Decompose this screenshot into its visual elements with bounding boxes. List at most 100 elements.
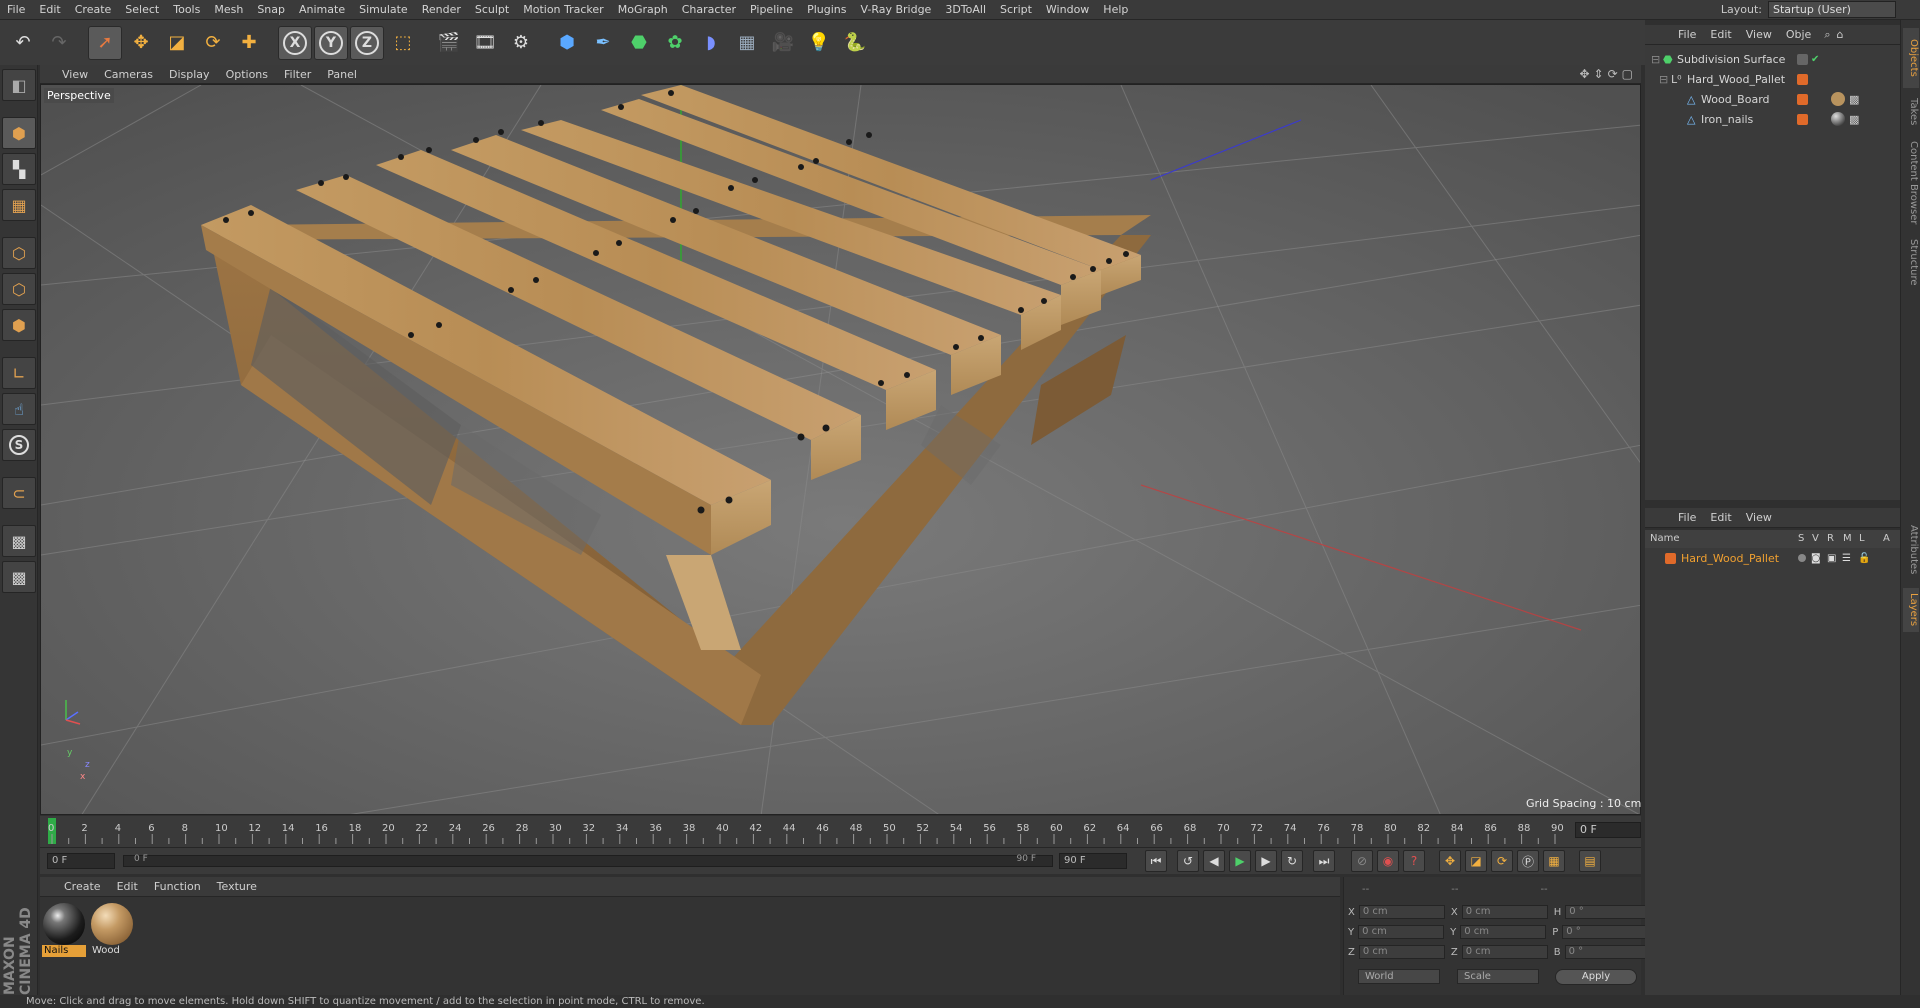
workplane-icon[interactable]: ▦ bbox=[2, 189, 36, 221]
material-menu-texture[interactable]: Texture bbox=[209, 880, 265, 893]
menu-mesh[interactable]: Mesh bbox=[207, 0, 250, 20]
edit-render-settings-icon[interactable]: ⚙ bbox=[504, 26, 538, 60]
layer-menu-edit[interactable]: Edit bbox=[1703, 511, 1738, 524]
layer-manager-toggle[interactable]: ☰ bbox=[1842, 553, 1851, 564]
menu-file[interactable]: File bbox=[0, 0, 32, 20]
apply-button[interactable]: Apply bbox=[1555, 969, 1637, 985]
camera-icon[interactable]: 🎥 bbox=[766, 26, 800, 60]
object-row-iron-nails[interactable]: △ Iron_nails ▩ bbox=[1645, 110, 1900, 128]
recent-tools-icon[interactable]: ✚ bbox=[232, 26, 266, 60]
material-tag-icon[interactable] bbox=[1831, 92, 1845, 106]
key-scale-icon[interactable]: ◪ bbox=[1465, 850, 1487, 872]
start-frame-field[interactable]: 0 F bbox=[47, 853, 115, 869]
uvw-tag-icon[interactable]: ▩ bbox=[1849, 113, 1859, 126]
maximize-icon[interactable]: ▢ bbox=[1622, 67, 1633, 81]
uvw-tag-icon[interactable]: ▩ bbox=[1849, 93, 1859, 106]
menu-sculpt[interactable]: Sculpt bbox=[468, 0, 516, 20]
material-nails[interactable]: Nails bbox=[42, 903, 86, 959]
object-menu-file[interactable]: File bbox=[1671, 28, 1703, 41]
enabled-check-icon[interactable]: ✔ bbox=[1811, 54, 1819, 65]
layer-row-hard-wood-pallet[interactable]: Hard_Wood_Pallet ◙ ▣ ☰ 🔓 bbox=[1645, 549, 1900, 567]
menu-select[interactable]: Select bbox=[118, 0, 166, 20]
coord-position-z[interactable]: 0 cm bbox=[1358, 945, 1445, 959]
object-menu-edit[interactable]: Edit bbox=[1703, 28, 1738, 41]
axis-icon[interactable]: ∟ bbox=[2, 357, 36, 389]
menu-help[interactable]: Help bbox=[1096, 0, 1135, 20]
viewport-perspective[interactable] bbox=[40, 84, 1641, 815]
key-position-icon[interactable]: ✥ bbox=[1439, 850, 1461, 872]
next-frame-icon[interactable]: ▶ bbox=[1255, 850, 1277, 872]
rotate-icon[interactable]: ⟳ bbox=[196, 26, 230, 60]
cube-icon[interactable]: ⬢ bbox=[550, 26, 584, 60]
menu-motion-tracker[interactable]: Motion Tracker bbox=[516, 0, 610, 20]
material-menu-function[interactable]: Function bbox=[146, 880, 209, 893]
menu-tools[interactable]: Tools bbox=[166, 0, 207, 20]
record-keys-icon[interactable]: ⊘ bbox=[1351, 850, 1373, 872]
deformer-icon[interactable]: ◗ bbox=[694, 26, 728, 60]
layer-solo-toggle[interactable] bbox=[1798, 554, 1806, 562]
tab-content-browser[interactable]: Content Browser bbox=[1903, 138, 1919, 228]
object-row-wood-board[interactable]: △ Wood_Board ▩ bbox=[1645, 90, 1900, 108]
coord-rotation-h[interactable]: 0 ° bbox=[1565, 905, 1652, 919]
menu-character[interactable]: Character bbox=[675, 0, 743, 20]
pen-icon[interactable]: ✒ bbox=[586, 26, 620, 60]
render-view-icon[interactable]: 🎬 bbox=[432, 26, 466, 60]
points-mode-icon[interactable]: ⬡ bbox=[2, 237, 36, 269]
menu-mograph[interactable]: MoGraph bbox=[611, 0, 675, 20]
layer-menu-view[interactable]: View bbox=[1739, 511, 1779, 524]
orbit-icon[interactable]: ⟳ bbox=[1608, 67, 1618, 81]
frame-range-slider[interactable]: 0 F 90 F bbox=[123, 854, 1053, 867]
auto-key-icon[interactable]: ◉ bbox=[1377, 850, 1399, 872]
layer-render-toggle[interactable]: ▣ bbox=[1827, 553, 1836, 564]
model-mode-icon[interactable]: ⬢ bbox=[2, 117, 36, 149]
object-menu-view[interactable]: View bbox=[1739, 28, 1779, 41]
material-menu-create[interactable]: Create bbox=[56, 880, 109, 893]
tab-takes[interactable]: Takes bbox=[1903, 92, 1919, 132]
collapse-icon[interactable]: ⊟ bbox=[1659, 73, 1668, 86]
tab-layers[interactable]: Layers bbox=[1903, 588, 1919, 632]
tab-attributes[interactable]: Attributes bbox=[1903, 520, 1919, 580]
coord-size-y[interactable]: 0 cm bbox=[1460, 925, 1547, 939]
menu-vray-bridge[interactable]: V-Ray Bridge bbox=[853, 0, 938, 20]
timeline-window-icon[interactable]: ▤ bbox=[1579, 850, 1601, 872]
goto-end-icon[interactable]: ⏭ bbox=[1313, 850, 1335, 872]
prev-frame-icon[interactable]: ◀ bbox=[1203, 850, 1225, 872]
lock-icon[interactable]: 🔓 bbox=[1858, 553, 1870, 564]
prev-key-icon[interactable]: ↺ bbox=[1177, 850, 1199, 872]
tweak-icon[interactable]: ☝ bbox=[2, 393, 36, 425]
magnet-icon[interactable]: ⊂ bbox=[2, 477, 36, 509]
viewport-menu-options[interactable]: Options bbox=[218, 68, 276, 81]
coord-size-x[interactable]: 0 cm bbox=[1461, 905, 1548, 919]
viewport-camera-label[interactable]: Perspective bbox=[44, 88, 114, 103]
python-icon[interactable]: 🐍 bbox=[838, 26, 872, 60]
layer-color-swatch[interactable] bbox=[1665, 552, 1676, 564]
material-tag-icon[interactable] bbox=[1831, 112, 1845, 126]
coordinate-system-icon[interactable]: ⬚ bbox=[386, 26, 420, 60]
grid-snap-icon[interactable]: ▩ bbox=[2, 561, 36, 593]
subdivision-icon[interactable]: ⬣ bbox=[622, 26, 656, 60]
key-pla-icon[interactable]: ▦ bbox=[1543, 850, 1565, 872]
undo-icon[interactable]: ↶ bbox=[6, 26, 40, 60]
menu-create[interactable]: Create bbox=[68, 0, 119, 20]
viewport-menu-filter[interactable]: Filter bbox=[276, 68, 319, 81]
viewport-menu-display[interactable]: Display bbox=[161, 68, 218, 81]
home-icon[interactable]: ⌂ bbox=[1836, 28, 1843, 41]
coord-size-z[interactable]: 0 cm bbox=[1461, 945, 1548, 959]
scale-icon[interactable]: ◪ bbox=[160, 26, 194, 60]
texture-mode-icon[interactable]: ▚ bbox=[2, 153, 36, 185]
menu-simulate[interactable]: Simulate bbox=[352, 0, 415, 20]
move-icon[interactable]: ✥ bbox=[124, 26, 158, 60]
polygons-mode-icon[interactable]: ⬢ bbox=[2, 309, 36, 341]
menu-3dtoall[interactable]: 3DToAll bbox=[938, 0, 993, 20]
menu-window[interactable]: Window bbox=[1039, 0, 1096, 20]
layout-dropdown[interactable]: Startup (User) bbox=[1768, 1, 1896, 18]
z-axis-icon[interactable]: Z bbox=[350, 25, 384, 60]
key-rotation-icon[interactable]: ⟳ bbox=[1491, 850, 1513, 872]
coordinate-space-dropdown[interactable]: World bbox=[1358, 969, 1440, 984]
pan-icon[interactable]: ✥ bbox=[1579, 67, 1589, 81]
floor-icon[interactable]: ▦ bbox=[730, 26, 764, 60]
end-frame-field[interactable]: 90 F bbox=[1059, 853, 1127, 869]
viewport-menu-panel[interactable]: Panel bbox=[319, 68, 365, 81]
tab-structure[interactable]: Structure bbox=[1903, 234, 1919, 290]
key-param-icon[interactable]: Ⓟ bbox=[1517, 850, 1539, 872]
